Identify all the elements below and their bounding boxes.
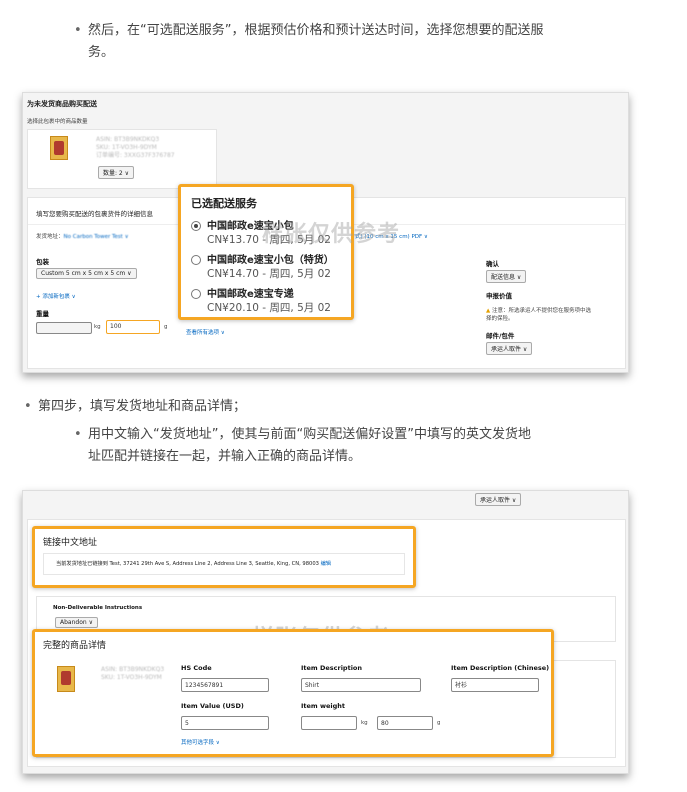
step4-text: 第四步，填写发货地址和商品详情； [38, 399, 247, 414]
shipper-label: 邮件/包件 [486, 332, 515, 340]
popup-title: 已选配送服务 [191, 197, 257, 210]
product-thumbnail [57, 666, 75, 692]
item-weight-kg-input[interactable] [301, 716, 357, 730]
hs-code-input[interactable]: 1234567891 [181, 678, 269, 692]
ship-from-label: 发货地址：No Carbon Tower Test ∨ [36, 232, 129, 240]
weight-kg-input[interactable] [36, 322, 92, 334]
step4-bullet: • 第四步，填写发货地址和商品详情； [24, 396, 246, 418]
item-weight-g-unit: g [437, 720, 441, 726]
bullet-dot: • [74, 23, 82, 38]
radio-icon[interactable] [191, 289, 201, 299]
edit-link[interactable]: 编辑 [321, 561, 331, 567]
item-description-cn-input[interactable]: 衬衫 [451, 678, 539, 692]
link-address-box: 链接中文地址 当前发货地址已链接到 Test, 37241 29th Ave S… [32, 526, 416, 588]
item-value-input[interactable]: 5 [181, 716, 269, 730]
radio-selected-icon[interactable] [191, 221, 201, 231]
intro-line2: 务。 [88, 45, 115, 60]
shot1-subtitle: 选择此包裹中的商品数量 [27, 119, 88, 125]
item-value-label: Item Value (USD) [181, 702, 244, 710]
weight-label: 重量 [36, 310, 49, 318]
package-label: 包装 [36, 258, 49, 266]
item-description-cn-label: Item Description (Chinese) [451, 664, 550, 672]
non-deliverable-select[interactable]: Abandon ∨ [55, 617, 98, 628]
step4-sub-line1: 用中文输入“发货地址”，使其与前面“购买配送偏好设置”中填写的英文发货地 [88, 427, 531, 442]
ship-from-link[interactable]: No Carbon Tower Test ∨ [64, 234, 129, 240]
weight-g-unit: g [164, 324, 168, 330]
declared-value-label: 申报价值 [486, 292, 512, 300]
item-description-input[interactable]: Shirt [301, 678, 421, 692]
package-select[interactable]: Custom 5 cm x 5 cm x 5 cm ∨ [36, 268, 137, 279]
non-deliverable-label: Non-Deliverable Instructions [53, 605, 143, 611]
weight-g-input[interactable]: 100 [106, 320, 160, 334]
option-price: CN¥20.10 - 周四, 5月 02 [207, 302, 331, 314]
product-details-box: 完整的商品详情 ASIN: BT3B9NKDKQ3 SKU: 1T-VO3H-9D… [32, 629, 554, 757]
option-name: 中国邮政e速宝小包（特货） [207, 255, 334, 266]
item-weight-label: Item weight [301, 702, 345, 710]
item-weight-kg-unit: kg [361, 720, 368, 726]
step4-sub-line2: 址匹配并链接在一起，并输入正确的商品详情。 [88, 449, 362, 464]
pickup-select[interactable]: 承运人取件 ∨ [486, 342, 533, 355]
insurance-warning: ▲ 注意：所选承运人不提供您在服务项中选择的保险。 [486, 306, 596, 322]
shipping-option[interactable]: 中国邮政e速宝小包（特货） CN¥14.70 - 周四, 5月 02 [191, 251, 351, 285]
link-address-line: 当前发货地址已链接到 Test, 37241 29th Ave S, Addre… [56, 560, 331, 567]
link-address-content: 当前发货地址已链接到 Test, 37241 29th Ave S, Addre… [43, 553, 405, 575]
selected-shipping-popup: 已选配送服务 中国邮政e速宝小包 CN¥13.70 - 周四, 5月 02 中国… [178, 184, 354, 320]
step4-sub-bullet: • 用中文输入“发货地址”，使其与前面“购买配送偏好设置”中填写的英文发货地 址匹… [74, 424, 674, 468]
confirm-label: 确认 [486, 260, 499, 268]
option-name: 中国邮政e速宝专递 [207, 289, 294, 300]
item-details-blurred: ASIN: BT3B9NKDKQ3 SKU: 1T-VO3H-9DYM 订单编号: … [96, 136, 175, 159]
item-identifiers-blurred: ASIN: BT3B9NKDKQ3 SKU: 1T-VO3H-9DYM [101, 666, 165, 681]
more-fields-link[interactable]: 其他可选字段 ∨ [181, 738, 220, 746]
product-thumbnail [50, 136, 68, 160]
intro-bullet: • 然后，在“可选配送服务”，根据预估价格和预计送达时间，选择您想要的配送服 务。 [74, 20, 674, 64]
quantity-select[interactable]: 数量: 2 ∨ [98, 166, 135, 179]
shot1-title: 为未发货商品购买配送 [27, 100, 97, 108]
linked-address-text: 当前发货地址已链接到 Test, 37241 29th Ave S, Addre… [56, 561, 319, 567]
item-panel: ASIN: BT3B9NKDKQ3 SKU: 1T-VO3H-9DYM 订单编号: … [27, 129, 217, 189]
bullet-dot: • [24, 399, 32, 414]
radio-icon[interactable] [191, 255, 201, 265]
pickup-select[interactable]: 承运人取件 ∨ [475, 493, 522, 506]
warning-icon: ▲ [486, 308, 491, 314]
view-all-options-link[interactable]: 查看所有选项 ∨ [186, 328, 225, 336]
product-details-title: 完整的商品详情 [43, 641, 107, 651]
warning-text: 注意：所选承运人不提供您在服务项中选择的保险。 [486, 308, 591, 322]
hs-code-label: HS Code [181, 664, 212, 672]
bullet-dot: • [74, 427, 82, 442]
ship-from-label-text: 发货地址： [36, 234, 64, 240]
link-address-title: 链接中文地址 [43, 538, 98, 548]
intro-line1: 然后，在“可选配送服务”，根据预估价格和预计送达时间，选择您想要的配送服 [88, 23, 544, 38]
item-weight-g-input[interactable]: 80 [377, 716, 433, 730]
add-package-link[interactable]: + 添加新包裹 ∨ [36, 292, 76, 300]
shipping-option[interactable]: 中国邮政e速宝专递 CN¥20.10 - 周四, 5月 02 [191, 285, 351, 319]
weight-kg-unit: kg [94, 324, 101, 330]
watermark: 样张仅供参考 [262, 222, 401, 247]
confirm-select[interactable]: 配送信息 ∨ [486, 270, 527, 283]
option-price: CN¥14.70 - 周四, 5月 02 [207, 268, 331, 280]
section-title: 填写您要购买配送的包裹货件的详细信息 [36, 210, 153, 218]
item-description-label: Item Description [301, 664, 363, 672]
